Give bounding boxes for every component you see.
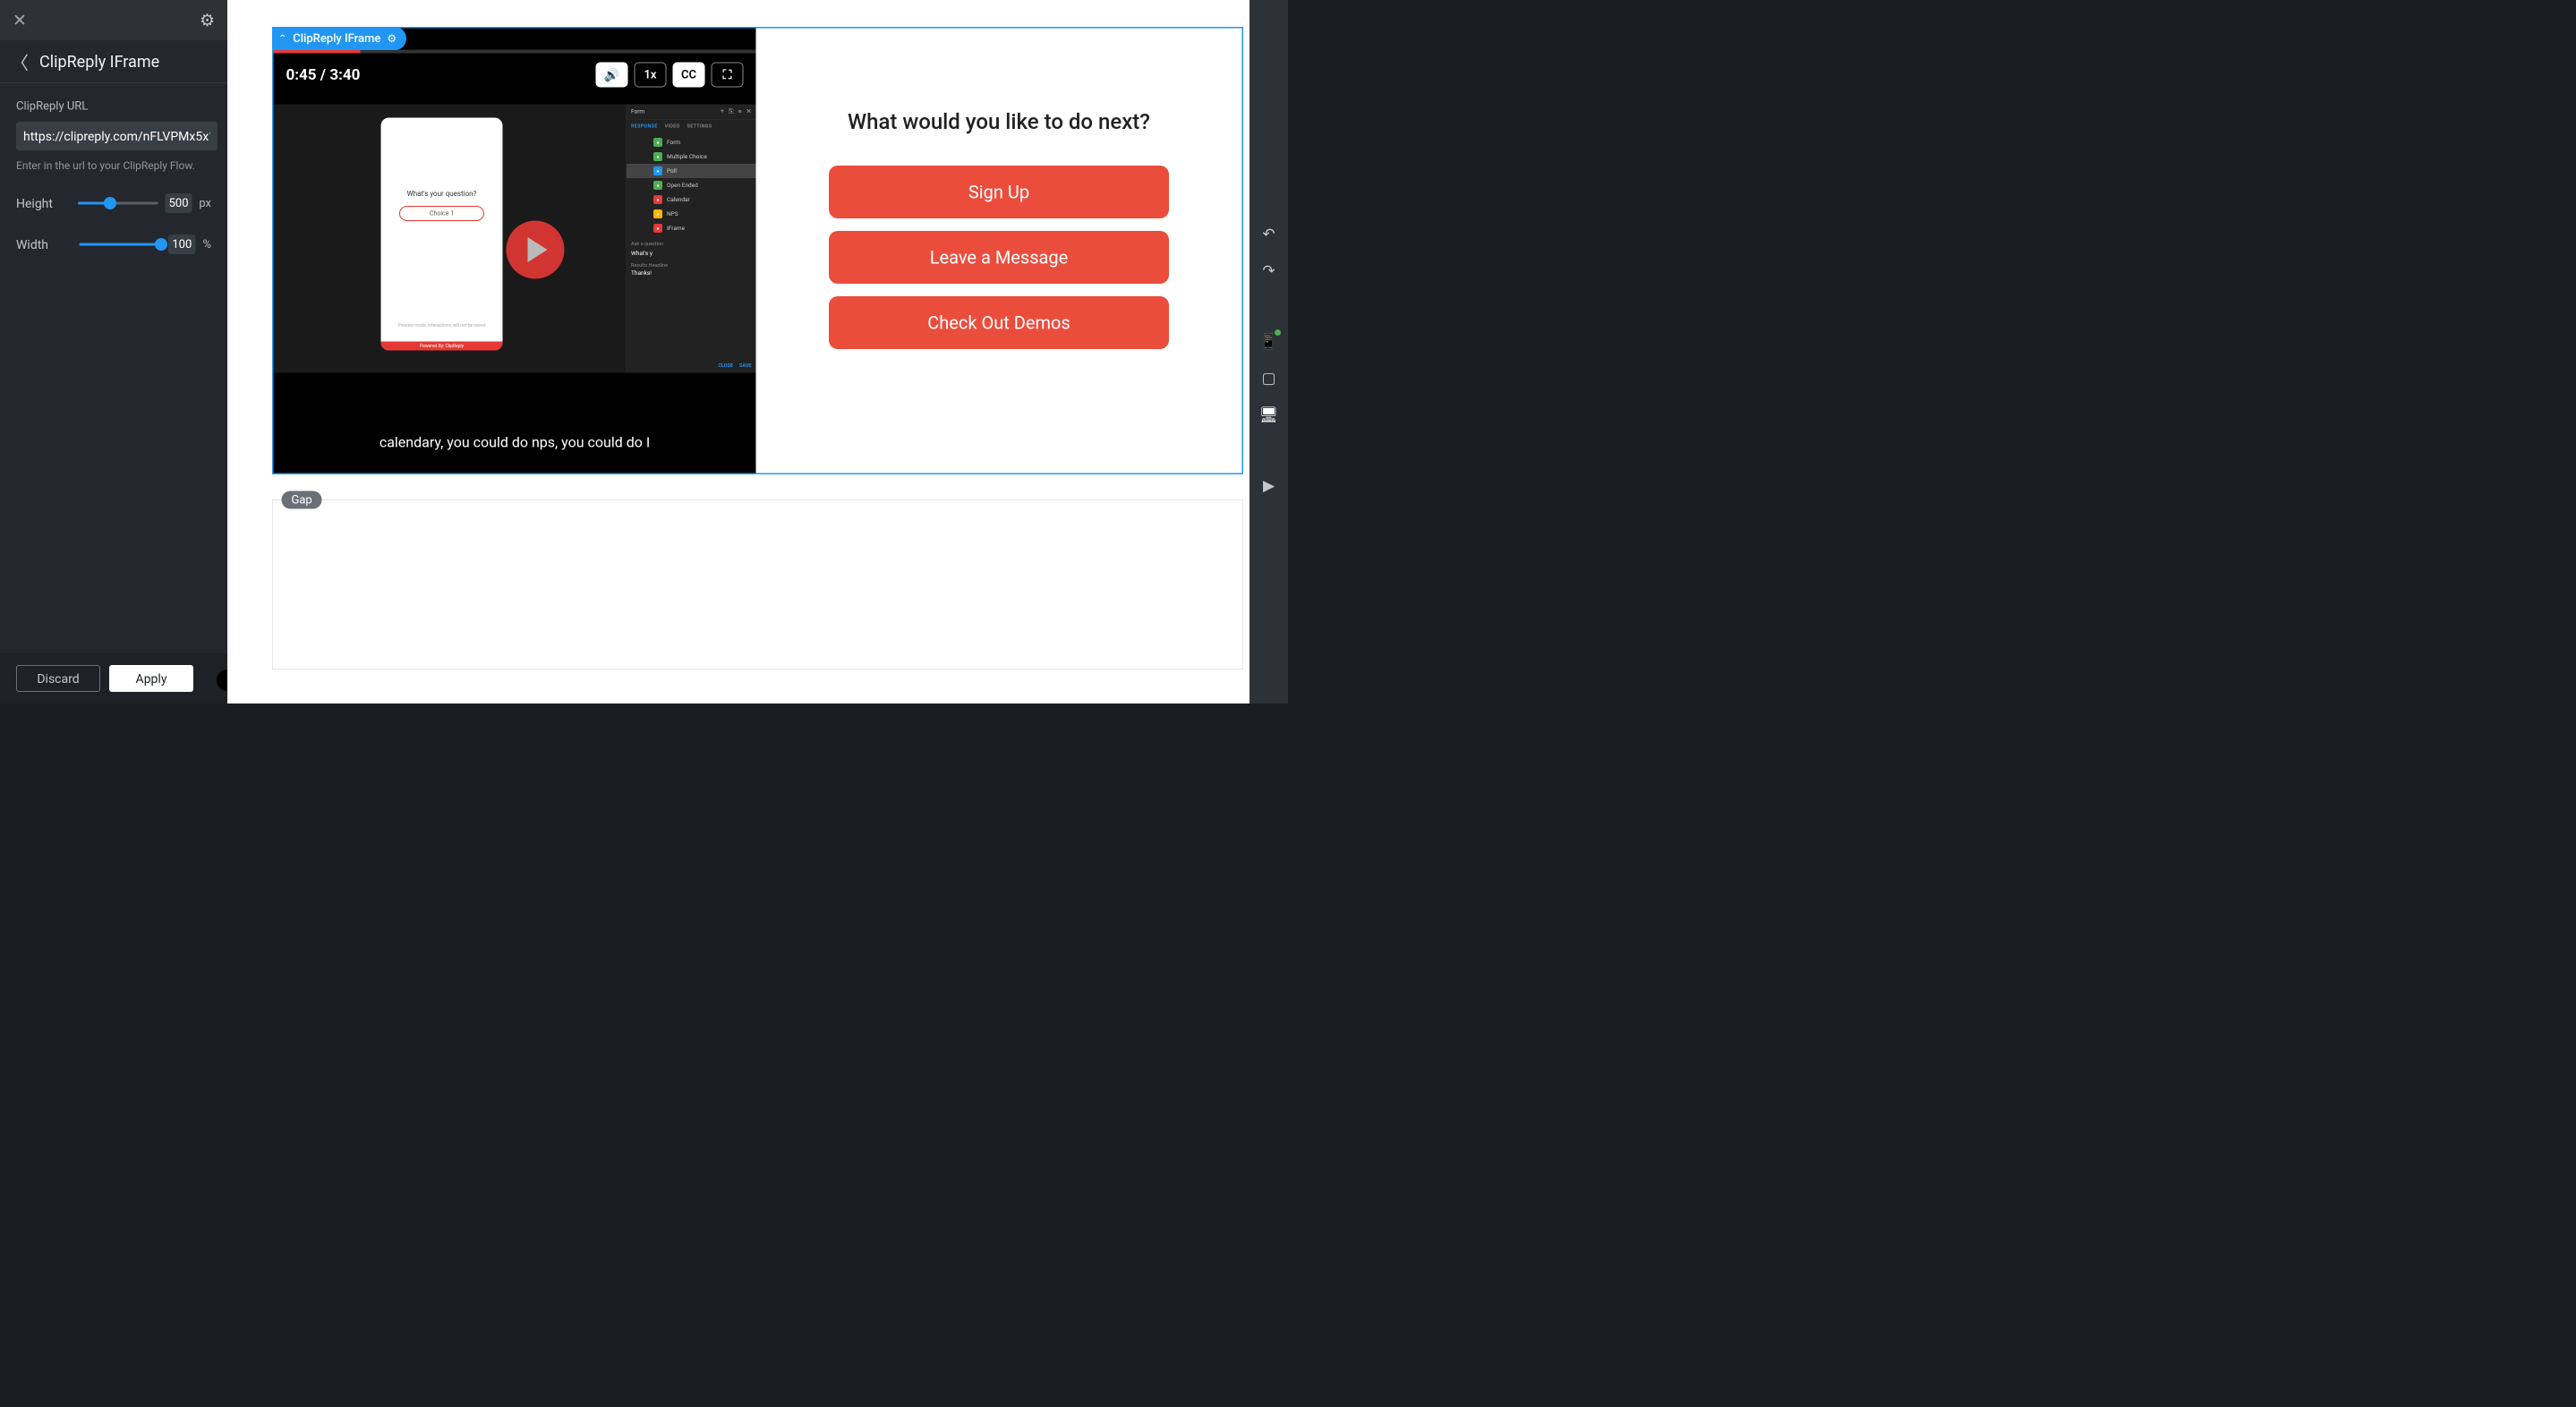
panel-title: ClipReply IFrame xyxy=(39,52,159,71)
url-label: ClipReply URL xyxy=(16,99,211,113)
tab-settings[interactable]: SETTINGS xyxy=(687,124,712,130)
height-slider[interactable] xyxy=(78,202,158,205)
progress-bar[interactable] xyxy=(274,50,756,54)
chevron-up-icon[interactable]: ⌃ xyxy=(278,33,286,45)
results-label: Results Headline xyxy=(627,258,756,269)
cta-title: What would you like to do next? xyxy=(848,109,1150,135)
phone-mock: What's your question? Choice 1 Preview m… xyxy=(381,118,503,351)
form-item[interactable]: ●Poll xyxy=(627,164,756,178)
video-pane: 0:45 / 3:40 🔊 1x CC ⛶ What's your questi… xyxy=(274,29,756,473)
cta-button-demos[interactable]: Check Out Demos xyxy=(829,296,1169,349)
tab-response[interactable]: RESPONSE xyxy=(631,124,658,130)
form-close[interactable]: CLOSE xyxy=(718,362,733,369)
gear-icon[interactable]: ⚙ xyxy=(200,10,215,30)
form-title: Form xyxy=(631,108,644,115)
form-item[interactable]: ●NPS xyxy=(627,207,756,221)
play-preview-icon[interactable]: ▶ xyxy=(1258,475,1279,496)
width-value[interactable]: 100 xyxy=(168,234,195,254)
block-gear-icon[interactable]: ⚙ xyxy=(387,32,397,45)
phone-choice: Choice 1 xyxy=(399,206,484,221)
iframe-block[interactable]: ⌃ ClipReply IFrame ⚙ 0:45 / 3:40 🔊 1x CC… xyxy=(272,27,1243,474)
discard-button[interactable]: Discard xyxy=(16,665,100,692)
cta-pane: What would you like to do next? Sign Up … xyxy=(756,29,1242,473)
back-icon[interactable]: 〈 xyxy=(11,48,29,74)
cta-button-signup[interactable]: Sign Up xyxy=(829,166,1169,218)
form-save[interactable]: SAVE xyxy=(739,362,751,369)
undo-icon[interactable]: ↶ xyxy=(1258,224,1279,244)
width-label: Width xyxy=(16,237,72,252)
width-slider[interactable] xyxy=(79,243,161,246)
video-caption: calendary, you could do nps, you could d… xyxy=(274,434,756,451)
block-tag[interactable]: ⌃ ClipReply IFrame ⚙ xyxy=(272,27,406,50)
phone-note: Preview mode, interactions will not be s… xyxy=(397,323,485,328)
plus-icon[interactable]: + xyxy=(721,108,724,116)
phone-question: What's your question? xyxy=(407,190,477,199)
nested-form-panel: Form + ⎘ ≡ ✕ RESPONSE VIDEO SETTINGS xyxy=(627,105,756,373)
volume-icon[interactable]: 🔊 xyxy=(596,63,628,88)
close-icon[interactable]: ✕ xyxy=(13,10,27,30)
close-icon[interactable]: ✕ xyxy=(746,108,752,116)
results-value: Thanks! xyxy=(627,269,756,278)
apply-button[interactable]: Apply xyxy=(109,665,193,692)
copy-icon[interactable]: ⎘ xyxy=(729,108,734,116)
height-unit: px xyxy=(199,197,211,210)
form-item[interactable]: ●Multiple Choice xyxy=(627,149,756,164)
redo-icon[interactable]: ↷ xyxy=(1258,260,1279,281)
form-item[interactable]: ●Calendar xyxy=(627,192,756,207)
block-tag-label: ClipReply IFrame xyxy=(293,32,380,46)
form-item[interactable]: ●Open Ended xyxy=(627,178,756,192)
desktop-icon[interactable]: 🖥 xyxy=(1258,405,1279,425)
ask-label: Ask a question xyxy=(627,238,756,250)
ask-value: What's y xyxy=(627,250,756,259)
gap-tag: Gap xyxy=(282,491,322,509)
menu-icon[interactable]: ≡ xyxy=(738,108,742,116)
fullscreen-icon[interactable]: ⛶ xyxy=(712,63,744,88)
url-input[interactable] xyxy=(16,122,218,150)
width-unit: % xyxy=(202,238,211,252)
tablet-icon[interactable]: ▢ xyxy=(1258,368,1279,388)
tab-video[interactable]: VIDEO xyxy=(665,124,680,130)
speed-button[interactable]: 1x xyxy=(635,63,667,88)
gap-block[interactable]: Gap xyxy=(272,499,1243,669)
time-display: 0:45 / 3:40 xyxy=(286,66,361,84)
phone-brand: Powered By: ClipReply xyxy=(381,342,503,351)
form-item[interactable]: ●Form xyxy=(627,135,756,149)
url-helper: Enter in the url to your ClipReply Flow. xyxy=(16,159,211,172)
height-value[interactable]: 500 xyxy=(166,193,192,213)
cc-button[interactable]: CC xyxy=(673,63,705,88)
form-item[interactable]: ●IFrame xyxy=(627,221,756,235)
height-label: Height xyxy=(16,196,71,211)
play-button[interactable] xyxy=(507,221,565,279)
cta-button-message[interactable]: Leave a Message xyxy=(829,231,1169,284)
mobile-icon[interactable]: 📱 xyxy=(1258,331,1279,352)
